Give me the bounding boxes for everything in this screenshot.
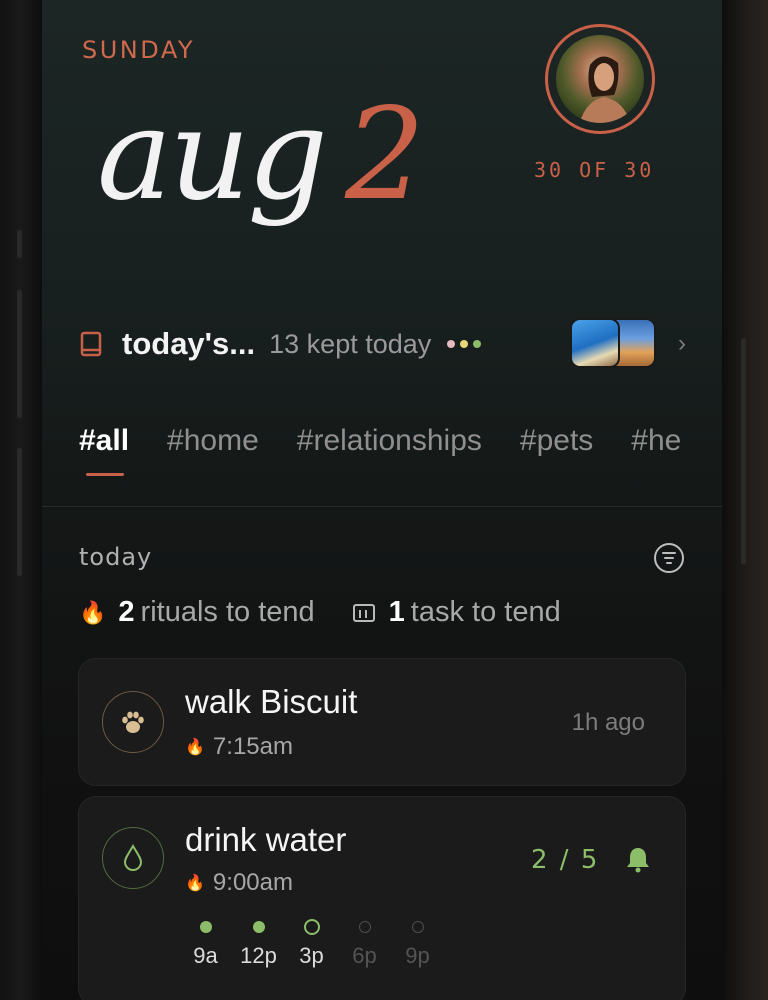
slot-dot: [303, 919, 320, 935]
weekday-label: SUNDAY: [82, 36, 196, 64]
slot-dot: [411, 921, 424, 933]
tasks-label: task to tend: [410, 596, 561, 628]
schedule-slot[interactable]: 12p: [232, 921, 285, 969]
flame-icon: 🔥: [79, 599, 107, 625]
kept-photo-stack: [570, 318, 662, 368]
date-heading: aug 2: [97, 92, 425, 218]
device-mute-button: [17, 230, 22, 258]
avatar: [556, 35, 644, 123]
device-volume-down-button: [17, 448, 22, 576]
ritual-title: walk Biscuit: [185, 683, 358, 720]
date-month: aug: [97, 81, 328, 228]
slot-label: 9p: [405, 943, 430, 968]
slot-label: 6p: [352, 943, 377, 968]
tabs-divider: [42, 506, 722, 507]
tab-home[interactable]: #home: [167, 424, 259, 476]
slot-dot: [199, 921, 212, 933]
schedule-slot[interactable]: 6p: [338, 921, 391, 969]
ritual-time-value: 7:15am: [212, 733, 293, 760]
tab-pets[interactable]: #pets: [520, 424, 593, 476]
kept-today-row[interactable]: today's... 13 kept today ›: [80, 318, 690, 370]
ritual-time: 🔥 7:15am: [185, 733, 293, 761]
rituals-count: 2: [118, 596, 135, 628]
device-volume-up-button: [17, 290, 22, 418]
paw-icon: [122, 711, 144, 733]
schedule-slot[interactable]: 9p: [391, 921, 444, 969]
tab-health[interactable]: #he: [631, 424, 681, 476]
kept-dots: [447, 340, 482, 348]
pink-dot: [447, 340, 456, 348]
bell-icon[interactable]: [625, 845, 651, 873]
ritual-title: drink water: [185, 821, 347, 858]
ritual-icon-button[interactable]: [102, 691, 164, 753]
slot-label: 12p: [240, 943, 277, 968]
slot-label: 3p: [299, 943, 324, 968]
chevron-right-icon: ›: [678, 330, 686, 357]
section-title: today: [79, 543, 153, 571]
tasks-count: 1: [388, 596, 405, 628]
slot-dot: [358, 921, 371, 933]
flame-icon: 🔥: [185, 739, 205, 756]
device-power-button: [741, 338, 746, 564]
ritual-card-water[interactable]: drink water 🔥 9:00am 2 / 5 9a 12p 3p 6p …: [78, 796, 686, 1000]
slot-dot: [252, 921, 265, 933]
ritual-icon-button[interactable]: [102, 827, 164, 889]
calendar-icon: [352, 603, 375, 622]
streak-counter: 30 OF 30: [534, 158, 655, 182]
ritual-status: 1h ago: [571, 709, 645, 736]
schedule-slot[interactable]: 9a: [179, 921, 232, 969]
book-icon: [80, 331, 102, 357]
tab-all[interactable]: #all: [79, 424, 129, 476]
ritual-time-value: 9:00am: [212, 869, 293, 896]
ritual-time: 🔥 9:00am: [185, 869, 293, 897]
tab-relationships[interactable]: #relationships: [297, 424, 482, 476]
kept-count: 13 kept today: [269, 328, 432, 359]
tend-summary: 🔥 2 rituals to tend 1 task to tend: [79, 596, 561, 629]
kept-title: today's...: [122, 326, 256, 361]
ritual-card-walk[interactable]: walk Biscuit 🔥 7:15am 1h ago: [78, 658, 686, 786]
flame-icon: 🔥: [185, 875, 205, 892]
profile-avatar-button[interactable]: [545, 24, 655, 134]
green-dot: [473, 340, 482, 348]
avatar-portrait-icon: [579, 56, 631, 123]
kept-photo-thumbnail: [570, 318, 620, 368]
date-day: 2: [344, 81, 426, 228]
app-screen: SUNDAY aug 2 30 OF 30 today's... 13 kept …: [42, 0, 722, 1000]
ritual-schedule: 9a 12p 3p 6p 9p: [179, 919, 444, 969]
tag-tabs: #all #home #relationships #pets #he: [79, 424, 681, 476]
schedule-slot[interactable]: 3p: [285, 919, 338, 969]
rituals-label: rituals to tend: [140, 596, 315, 628]
slot-label: 9a: [193, 943, 218, 968]
water-drop-icon: [123, 844, 143, 871]
ritual-progress: 2 / 5: [531, 845, 600, 875]
yellow-dot: [460, 340, 469, 348]
filter-icon[interactable]: [654, 543, 684, 573]
